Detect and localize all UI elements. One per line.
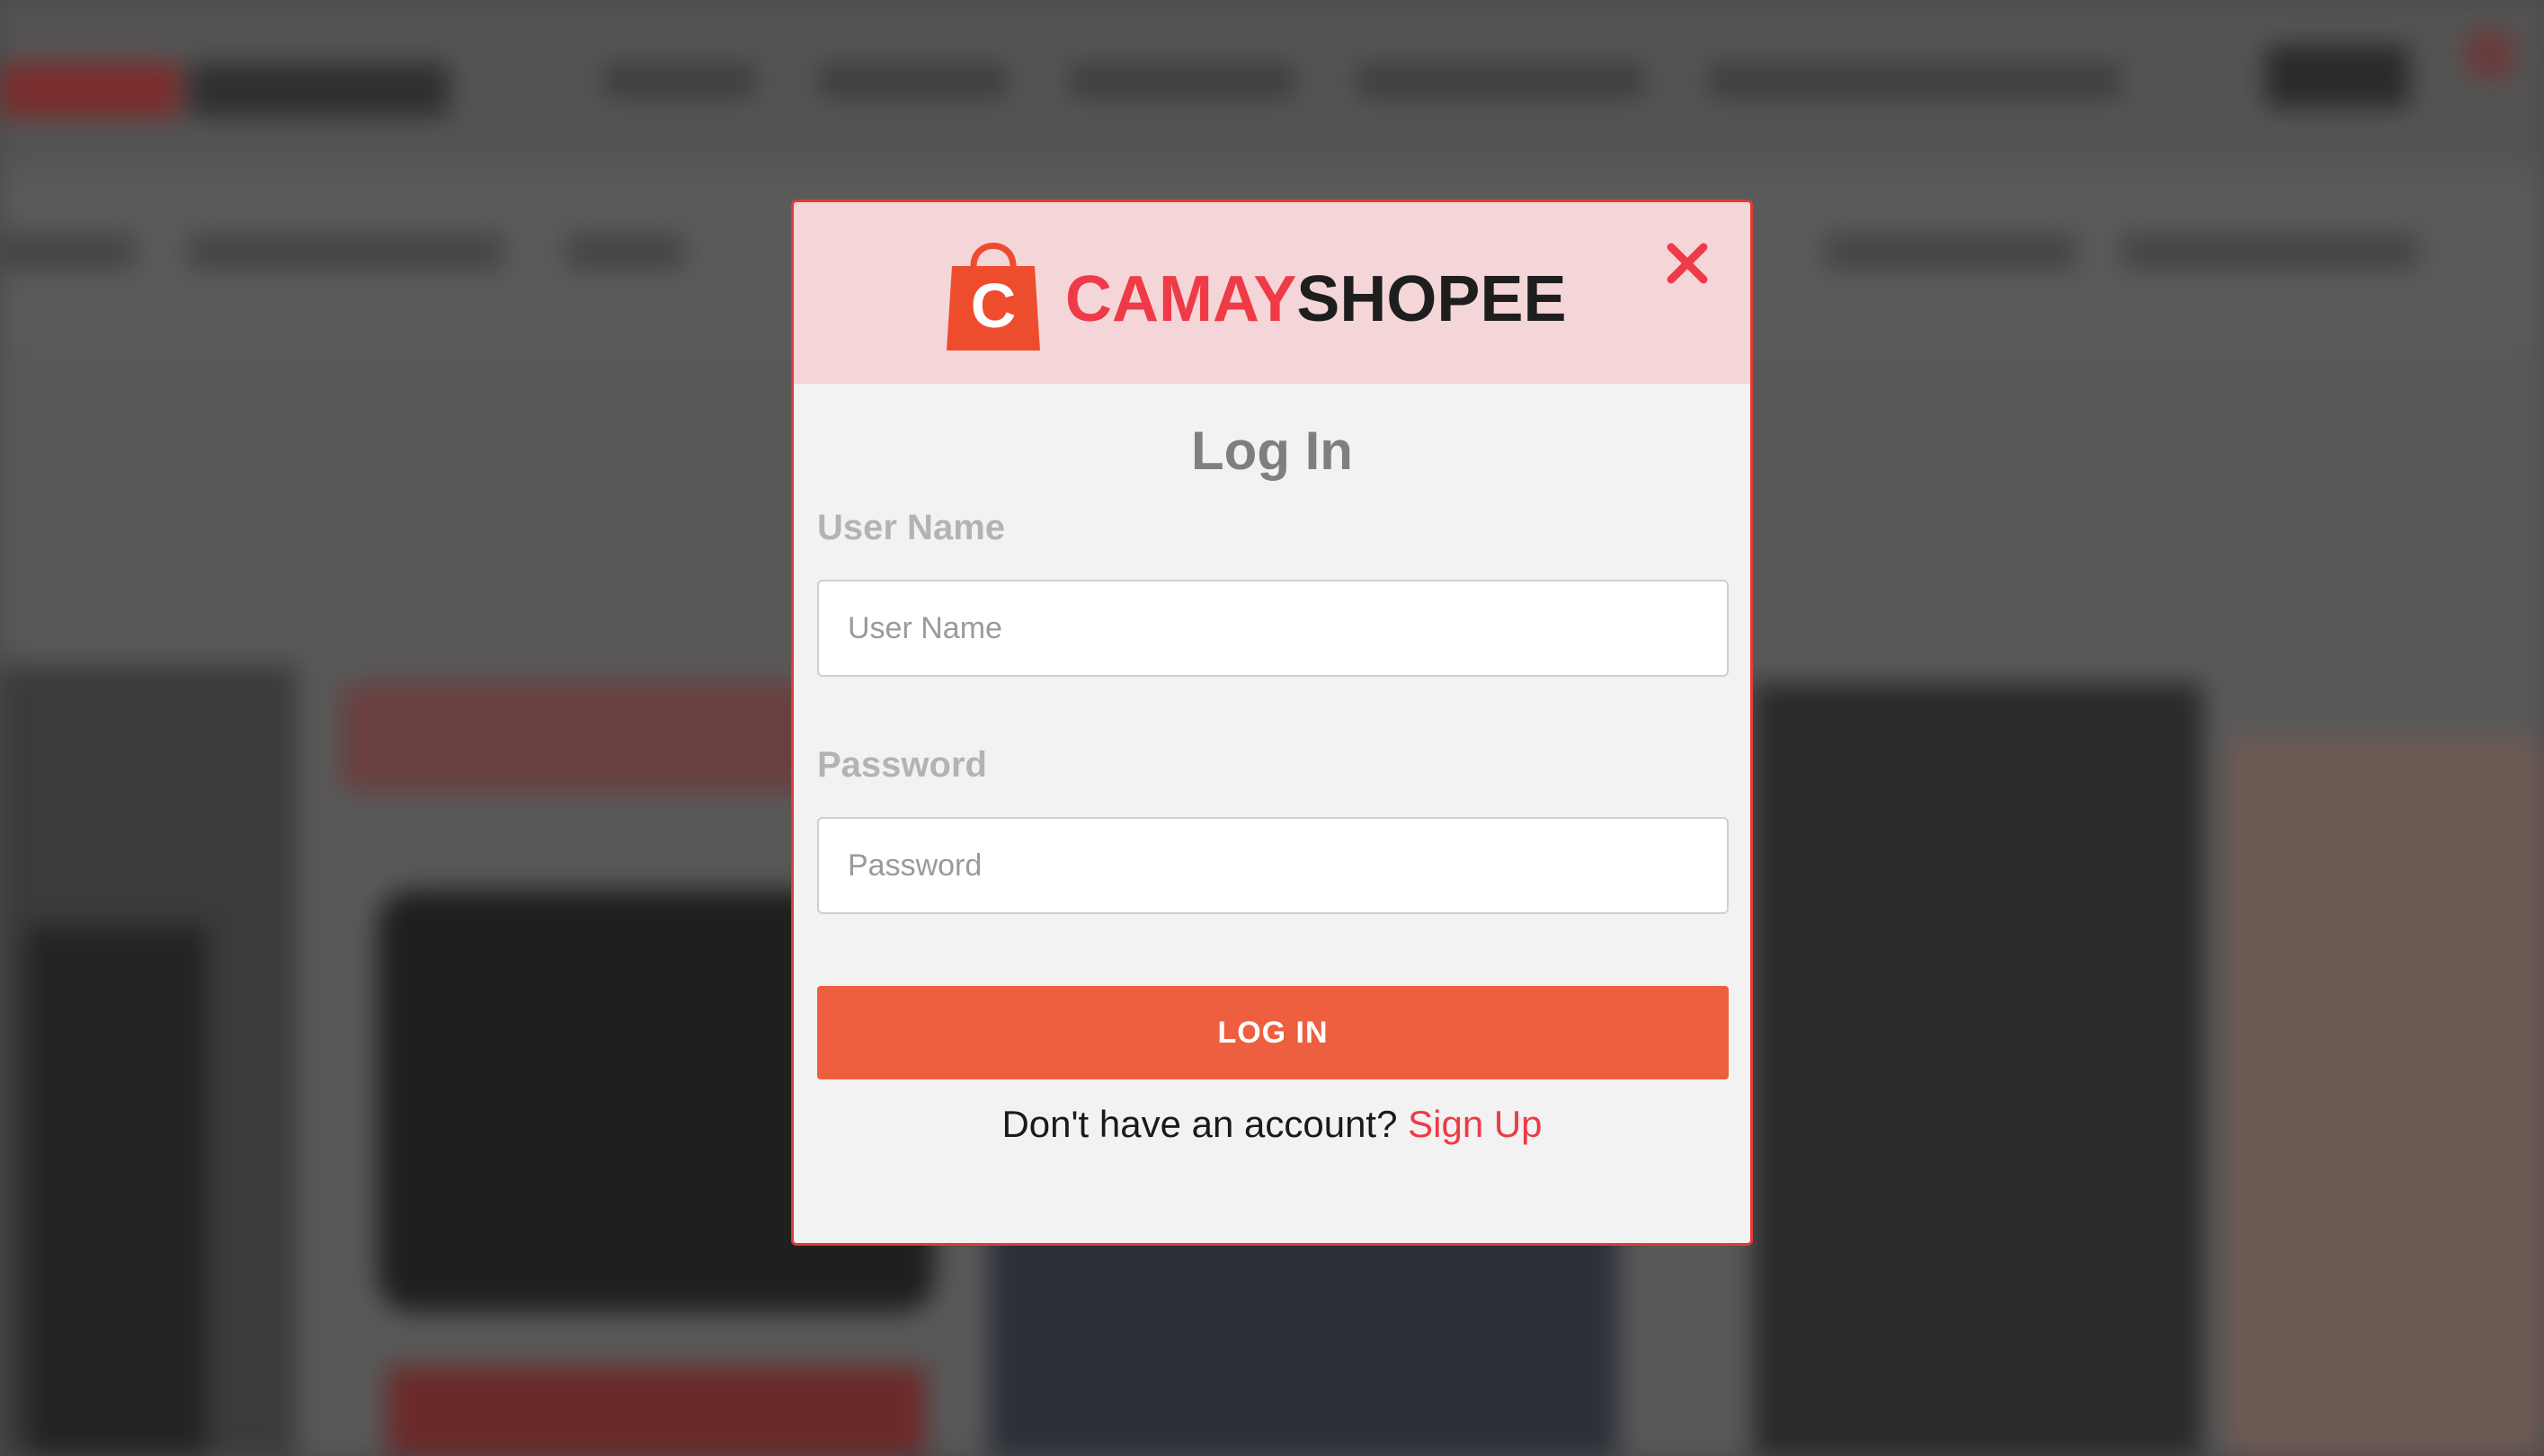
close-icon	[1667, 243, 1708, 284]
background-photo	[2229, 737, 2544, 1456]
background-nav-item	[602, 63, 755, 99]
background-photo	[27, 926, 207, 1456]
password-label: Password	[817, 745, 987, 785]
username-label: User Name	[817, 508, 1006, 547]
background-logo	[0, 63, 180, 117]
brand-name-part2: SHOPEE	[1296, 263, 1567, 335]
background-button	[2265, 45, 2409, 108]
background-category	[2121, 234, 2418, 270]
signup-link[interactable]: Sign Up	[1408, 1103, 1542, 1145]
modal-header: C CAMAYSHOPEE	[794, 202, 1750, 384]
brand-logo: C CAMAYSHOPEE	[947, 227, 1566, 353]
close-button[interactable]	[1660, 236, 1714, 290]
background-cart-icon	[2463, 27, 2517, 81]
login-button[interactable]: LOG IN	[817, 986, 1729, 1079]
background-nav-item	[1357, 63, 1645, 99]
background-nav-item	[818, 63, 1007, 99]
background-category	[566, 234, 683, 270]
background-banner-strip	[387, 1366, 926, 1456]
signup-prompt-line: Don't have an account? Sign Up	[794, 1103, 1750, 1146]
background-search	[1708, 63, 2121, 99]
bag-letter: C	[971, 271, 1017, 341]
background-category	[1825, 234, 2077, 270]
background-category	[189, 234, 503, 270]
page: C CAMAYSHOPEE Log In User Name Password …	[0, 0, 2544, 1456]
background-logo-text	[189, 63, 449, 117]
brand-name: CAMAYSHOPEE	[1065, 267, 1566, 332]
brand-name-part1: CAMAY	[1065, 263, 1297, 335]
password-input[interactable]	[817, 817, 1729, 914]
username-input[interactable]	[817, 580, 1729, 677]
modal-title: Log In	[1191, 421, 1353, 481]
shopping-bag-icon: C	[947, 243, 1040, 351]
login-modal: C CAMAYSHOPEE Log In User Name Password …	[791, 200, 1753, 1246]
background-nav-item	[1070, 63, 1294, 99]
background-photo	[1753, 683, 2202, 1456]
background-category	[0, 234, 135, 270]
signup-prompt-text: Don't have an account?	[1001, 1103, 1398, 1145]
